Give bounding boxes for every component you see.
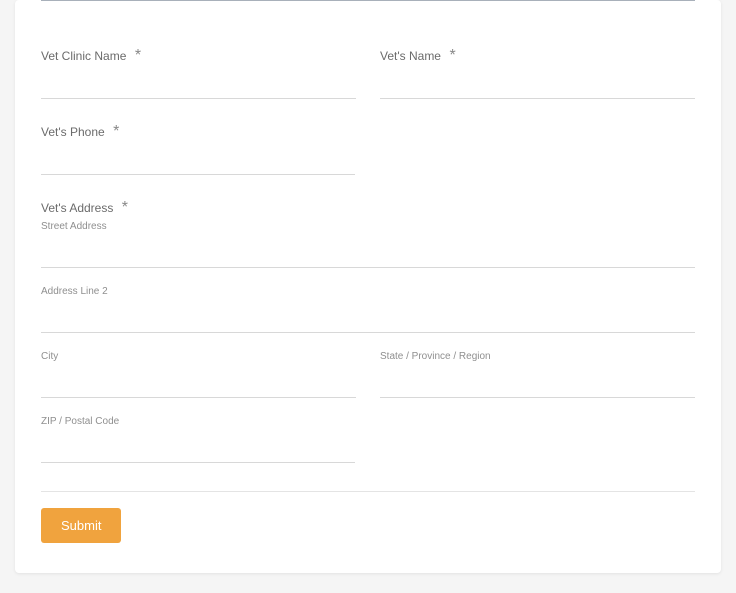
input-state[interactable]: [380, 376, 695, 398]
submit-button[interactable]: Submit: [41, 508, 121, 543]
label-vet-phone: Vet's Phone: [41, 125, 105, 139]
form-card: Vet Clinic Name * Vet's Name * Vet's Pho…: [15, 0, 721, 573]
input-vet-name[interactable]: [380, 77, 695, 99]
required-indicator: *: [113, 123, 119, 140]
row-zip: ZIP / Postal Code: [41, 416, 695, 481]
input-street-address[interactable]: [41, 246, 695, 268]
field-clinic-name: Vet Clinic Name *: [41, 47, 356, 99]
field-vet-phone: Vet's Phone *: [41, 123, 355, 175]
required-indicator: *: [122, 199, 128, 216]
required-indicator: *: [449, 47, 455, 64]
field-street-address: Street Address: [41, 221, 695, 268]
label-vet-name: Vet's Name: [380, 49, 441, 63]
field-address-line2: Address Line 2: [41, 286, 695, 333]
field-zip: ZIP / Postal Code: [41, 416, 355, 463]
label-address-line2: Address Line 2: [41, 286, 695, 297]
section-divider-top: [41, 0, 695, 17]
input-address-line2[interactable]: [41, 311, 695, 333]
input-zip[interactable]: [41, 441, 355, 463]
field-vet-name: Vet's Name *: [380, 47, 695, 99]
input-city[interactable]: [41, 376, 356, 398]
label-vet-address: Vet's Address: [41, 201, 113, 215]
row-city-state: City State / Province / Region: [41, 351, 695, 416]
label-state: State / Province / Region: [380, 351, 695, 362]
label-street-address: Street Address: [41, 221, 695, 232]
row-phone: Vet's Phone *: [41, 123, 695, 199]
row-clinic-vet: Vet Clinic Name * Vet's Name *: [41, 47, 695, 123]
section-divider-bottom: [41, 491, 695, 492]
input-clinic-name[interactable]: [41, 77, 356, 99]
field-city: City: [41, 351, 356, 398]
input-vet-phone[interactable]: [41, 153, 355, 175]
label-zip: ZIP / Postal Code: [41, 416, 355, 427]
field-vet-address: Vet's Address * Street Address Address L…: [41, 199, 695, 481]
label-city: City: [41, 351, 356, 362]
field-state: State / Province / Region: [380, 351, 695, 398]
label-clinic-name: Vet Clinic Name: [41, 49, 126, 63]
required-indicator: *: [135, 47, 141, 64]
